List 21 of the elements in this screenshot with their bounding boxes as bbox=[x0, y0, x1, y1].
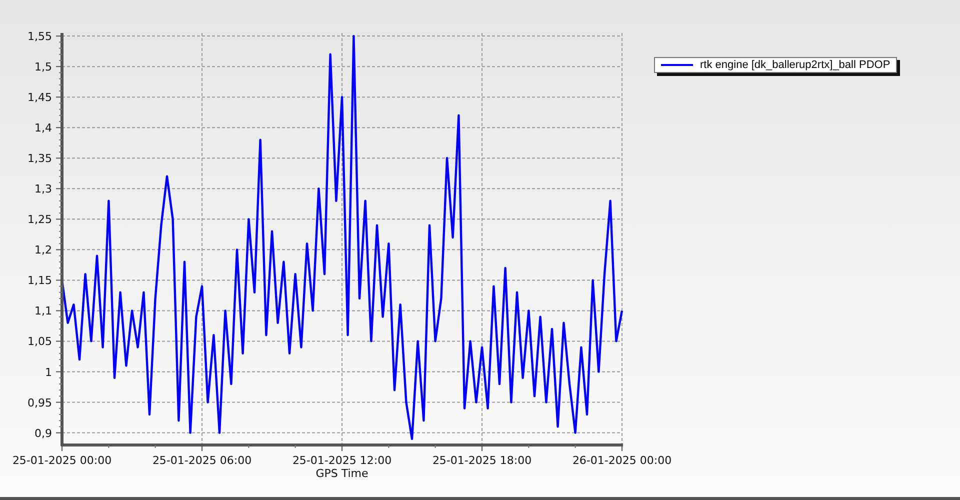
axis-tick-label: 25-01-2025 06:00 bbox=[152, 454, 252, 467]
axis-tick-label: 1,05 bbox=[28, 335, 52, 348]
axis-tick-label: 1 bbox=[45, 366, 52, 379]
axis-tick-label: 1,15 bbox=[28, 274, 52, 288]
legend-label: rtk engine [dk_ballerup2rtx]_ball PDOP bbox=[700, 59, 890, 71]
axis-tick-label: 1,25 bbox=[28, 213, 52, 226]
axis-tick-label: 1,4 bbox=[34, 122, 52, 135]
axis-tick-label: 1,45 bbox=[28, 91, 52, 104]
axis-tick-label: 1,2 bbox=[34, 244, 52, 257]
axis-title: GPS Time bbox=[316, 467, 368, 480]
axis-tick-label: 1,5 bbox=[34, 60, 52, 74]
axis-tick-label: 0,9 bbox=[34, 426, 52, 440]
axis-tick-label: 26-01-2025 00:00 bbox=[572, 454, 672, 467]
axis-tick-label: 1,55 bbox=[28, 30, 52, 44]
axis-tick-label: 1,35 bbox=[28, 152, 52, 166]
axis-tick-label: 1,3 bbox=[34, 182, 52, 196]
axis-tick-label: 25-01-2025 12:00 bbox=[292, 454, 392, 467]
axis-tick-label: 25-01-2025 00:00 bbox=[12, 454, 112, 467]
axis-tick-label: 25-01-2025 18:00 bbox=[432, 454, 532, 467]
axis-tick-label: 0,95 bbox=[28, 396, 52, 410]
axis-tick-label: 1,1 bbox=[34, 304, 52, 318]
